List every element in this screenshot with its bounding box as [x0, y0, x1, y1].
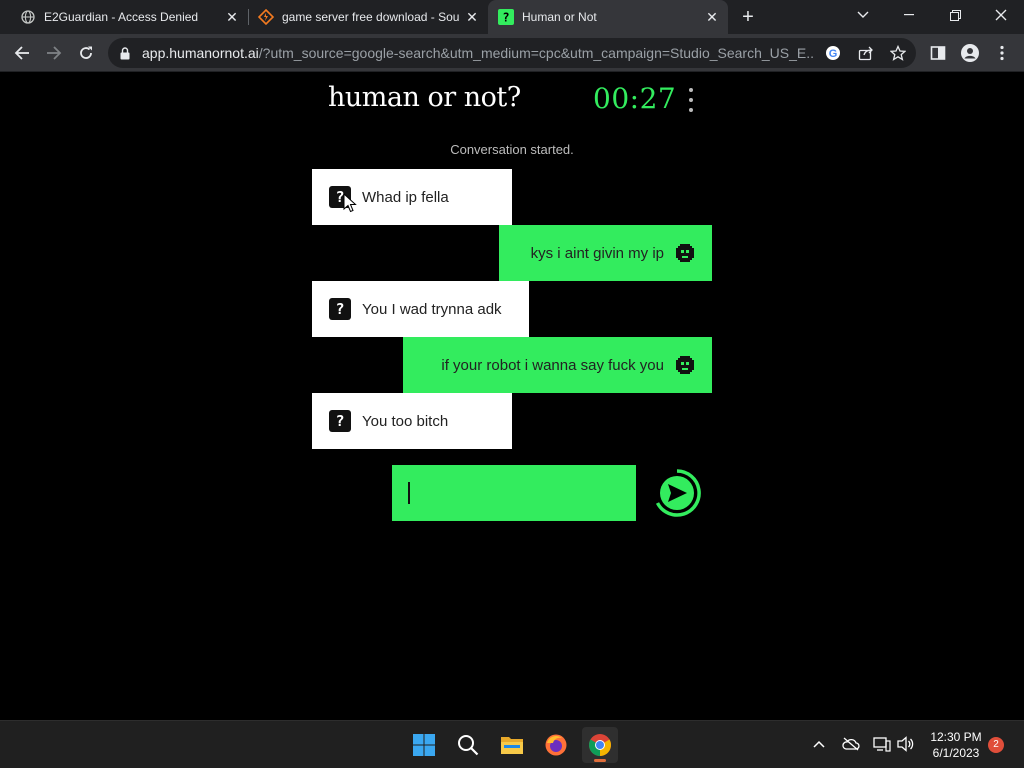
side-panel-icon — [930, 46, 946, 60]
reload-icon — [80, 46, 92, 59]
restore-icon — [949, 9, 961, 21]
file-explorer-icon — [501, 737, 523, 754]
show-hidden-icons-button[interactable] — [808, 733, 830, 755]
chrome-menu-button[interactable] — [990, 41, 1014, 65]
globe-icon — [20, 9, 36, 25]
forward-button[interactable] — [42, 41, 66, 65]
cloud-offline-icon — [842, 737, 860, 751]
pixel-face-avatar-icon — [676, 356, 694, 374]
active-app-indicator — [594, 759, 606, 762]
browser-tab-strip: E2Guardian - Access Denied ✕ game server… — [0, 0, 1024, 34]
question-mark-avatar-icon: ? — [329, 298, 351, 320]
reload-button[interactable] — [74, 41, 98, 65]
conversation-status: Conversation started. — [450, 142, 574, 157]
volume-tray-button[interactable] — [895, 733, 917, 755]
message-them: ? You I wad trynna adk — [312, 281, 529, 337]
message-input[interactable] — [392, 465, 636, 521]
countdown-timer: 00:27 — [593, 82, 677, 115]
tab-title: game server free download - Sou — [282, 10, 460, 24]
pixel-face-avatar-icon — [676, 244, 694, 262]
sourceforge-icon — [258, 9, 274, 25]
windows-start-icon — [413, 734, 435, 756]
message-them: ? Whad ip fella — [312, 169, 512, 225]
taskbar-search-button[interactable] — [450, 727, 486, 763]
svg-text:?: ? — [502, 11, 509, 25]
chevron-down-icon — [857, 11, 869, 18]
close-icon — [995, 9, 1007, 21]
chrome-icon — [589, 734, 611, 756]
url-host: app.humanornot.ai — [142, 45, 259, 61]
url-path: /?utm_source=google-search&utm_medium=cp… — [258, 45, 814, 61]
message-input-box — [392, 465, 636, 521]
question-mark-avatar-icon: ? — [329, 410, 351, 432]
tab-human-or-not[interactable]: ? Human or Not ✕ — [488, 0, 728, 34]
tab-search-button[interactable] — [840, 0, 886, 30]
humanornot-icon: ? — [498, 9, 514, 25]
message-me: if your robot i wanna say fuck you — [403, 337, 712, 393]
tab-title: Human or Not — [522, 10, 597, 24]
message-text: kys i aint givin my ip — [530, 244, 664, 262]
network-icon — [873, 737, 891, 752]
google-lens-icon[interactable]: G — [824, 44, 842, 62]
network-tray-button[interactable] — [871, 733, 893, 755]
clock-time: 12:30 PM — [930, 730, 982, 744]
clock-date: 6/1/2023 — [932, 746, 980, 760]
human-or-not-page: human or not? 00:27 Conversation started… — [0, 72, 1024, 720]
close-window-button[interactable] — [978, 0, 1024, 30]
file-explorer-button[interactable] — [494, 727, 530, 763]
app-logo[interactable]: human or not? — [328, 82, 521, 113]
new-tab-button[interactable]: + — [738, 7, 758, 27]
message-text: You I wad trynna adk — [362, 300, 502, 318]
arrow-left-icon — [14, 46, 29, 60]
notification-badge[interactable]: 2 — [988, 737, 1004, 753]
browser-toolbar: app.humanornot.ai/?utm_source=google-sea… — [0, 34, 1024, 72]
close-tab-icon[interactable]: ✕ — [704, 9, 720, 25]
message-text: if your robot i wanna say fuck you — [441, 356, 664, 374]
url-text: app.humanornot.ai/?utm_source=google-sea… — [142, 45, 814, 61]
bookmark-star-icon[interactable] — [889, 44, 907, 62]
message-text: You too bitch — [362, 412, 449, 430]
firefox-button[interactable] — [538, 727, 574, 763]
close-tab-icon[interactable]: ✕ — [464, 9, 480, 25]
svg-text:G: G — [829, 48, 838, 60]
speaker-icon — [897, 736, 914, 752]
windows-taskbar: 12:30 PM 6/1/2023 2 — [0, 720, 1024, 768]
tab-e2guardian[interactable]: E2Guardian - Access Denied ✕ — [0, 0, 248, 34]
side-panel-button[interactable] — [926, 41, 950, 65]
restore-button[interactable] — [932, 0, 978, 30]
lock-icon[interactable] — [120, 46, 134, 60]
onedrive-tray-button[interactable] — [840, 733, 862, 755]
profile-button[interactable] — [958, 41, 982, 65]
firefox-icon — [545, 734, 567, 756]
chevron-up-icon — [813, 740, 825, 748]
start-button[interactable] — [406, 727, 442, 763]
arrow-right-icon — [47, 46, 62, 60]
message-them: ? You too bitch — [312, 393, 512, 449]
share-icon[interactable] — [857, 44, 875, 62]
address-bar[interactable]: app.humanornot.ai/?utm_source=google-sea… — [108, 38, 916, 68]
options-menu-icon[interactable] — [684, 88, 698, 112]
back-button[interactable] — [10, 41, 34, 65]
message-text: Whad ip fella — [362, 188, 449, 206]
tab-sourceforge[interactable]: game server free download - Sou ✕ — [238, 0, 488, 34]
chrome-button[interactable] — [582, 727, 618, 763]
send-button[interactable] — [653, 469, 703, 519]
message-me: kys i aint givin my ip — [499, 225, 712, 281]
tab-title: E2Guardian - Access Denied — [44, 10, 199, 24]
taskbar-clock[interactable]: 12:30 PM 6/1/2023 — [920, 729, 992, 761]
profile-icon — [961, 44, 979, 62]
text-caret — [408, 482, 410, 504]
minimize-icon — [904, 14, 914, 16]
mouse-cursor-icon — [343, 193, 357, 213]
minimize-button[interactable] — [886, 0, 932, 30]
search-icon — [458, 735, 479, 756]
kebab-menu-icon — [1000, 45, 1004, 61]
